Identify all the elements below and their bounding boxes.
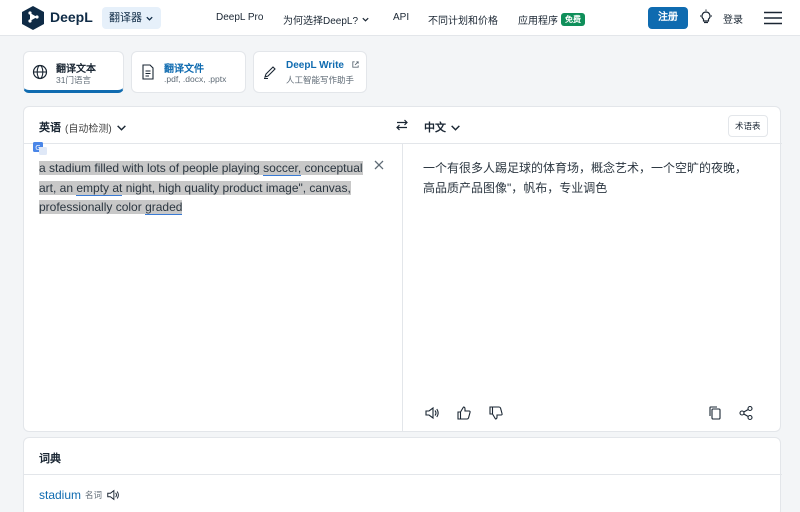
- globe-icon: [32, 64, 48, 80]
- chevron-down-icon: [146, 16, 153, 21]
- source-language-selector[interactable]: 英语 (自动检测): [39, 119, 127, 135]
- target-text-area[interactable]: 一个有很多人踢足球的体育场，概念艺术，一个空旷的夜晚，高品质产品图像"，帆布，专…: [423, 159, 758, 198]
- translator-panel: 英语 (自动检测) 中文 术语表 G a stadium filled with…: [23, 106, 782, 432]
- dictionary-panel: 词典 stadium 名词: [23, 437, 782, 512]
- speaker-icon[interactable]: [424, 405, 440, 421]
- source-text-segment: a stadium filled with lots of people pla…: [39, 161, 363, 215]
- chevron-down-icon: [116, 124, 126, 131]
- panel-divider: [402, 144, 403, 432]
- nav-why-deepl[interactable]: 为何选择DeepL?: [283, 12, 370, 27]
- translator-label: 翻译器: [109, 12, 142, 24]
- speaker-icon[interactable]: [106, 488, 120, 502]
- thumbs-up-icon[interactable]: [456, 405, 472, 421]
- deepl-write-label: DeepL Write: [286, 60, 344, 71]
- swap-languages-icon[interactable]: [394, 117, 410, 133]
- nav-api[interactable]: API: [393, 12, 409, 23]
- tab-translate-text-sub: 31门语言: [56, 75, 91, 85]
- tab-translate-text[interactable]: 翻译文本 31门语言: [23, 51, 124, 93]
- translator-dropdown[interactable]: 翻译器: [102, 7, 161, 29]
- login-link[interactable]: 登录: [723, 11, 743, 26]
- tab-translate-files-title: 翻译文件: [164, 64, 204, 75]
- source-language: 英语: [39, 122, 61, 134]
- thumbs-down-icon[interactable]: [488, 405, 504, 421]
- document-icon: [142, 64, 154, 80]
- part-of-speech: 名词: [85, 490, 103, 500]
- tab-deepl-write-title: DeepL Write: [286, 60, 360, 71]
- hamburger-menu-icon[interactable]: [764, 11, 782, 25]
- translate-chip-icon: G: [33, 142, 47, 155]
- tab-translate-text-title: 翻译文本: [56, 64, 96, 75]
- nav-apps[interactable]: 应用程序 免费: [518, 12, 585, 27]
- pen-icon: [264, 66, 276, 79]
- nav-plans[interactable]: 不同计划和价格: [428, 12, 498, 27]
- nav-why-label: 为何选择DeepL?: [283, 16, 359, 27]
- nav-deepl-pro[interactable]: DeepL Pro: [216, 12, 263, 23]
- top-header: DeepL 翻译器 DeepL Pro 为何选择DeepL? API 不同计划和…: [0, 0, 800, 36]
- source-text-area[interactable]: a stadium filled with lots of people pla…: [39, 159, 369, 218]
- share-icon[interactable]: [738, 405, 754, 421]
- external-link-icon: [352, 61, 359, 68]
- tab-deepl-write[interactable]: DeepL Write 人工智能写作助手: [253, 51, 367, 93]
- copy-icon[interactable]: [707, 405, 723, 421]
- lightbulb-icon[interactable]: [698, 9, 714, 25]
- deepl-logo-icon[interactable]: [22, 6, 44, 30]
- dictionary-title: 词典: [39, 453, 61, 465]
- chevron-down-icon: [362, 17, 369, 22]
- target-language: 中文: [424, 122, 446, 134]
- dictionary-entry[interactable]: stadium 名词: [39, 488, 120, 502]
- spell-flag-word: graded: [145, 200, 183, 215]
- clear-text-icon[interactable]: [373, 159, 385, 171]
- spell-flag-word: soccer,: [263, 161, 302, 176]
- dictionary-divider: [24, 474, 782, 475]
- tab-translate-files[interactable]: 翻译文件 .pdf, .docx, .pptx: [131, 51, 246, 93]
- glossary-button[interactable]: 术语表: [728, 115, 768, 137]
- spell-flag-word: empty at: [76, 180, 123, 196]
- dictionary-word[interactable]: stadium: [39, 488, 81, 502]
- target-language-selector[interactable]: 中文: [424, 119, 461, 135]
- free-badge: 免费: [561, 13, 585, 26]
- auto-detect-label: (自动检测): [65, 123, 112, 135]
- brand-name[interactable]: DeepL: [50, 9, 93, 25]
- nav-apps-label: 应用程序: [518, 16, 558, 27]
- chevron-down-icon: [451, 124, 460, 131]
- tab-deepl-write-sub: 人工智能写作助手: [286, 75, 355, 85]
- language-bar: 英语 (自动检测) 中文 术语表: [24, 107, 782, 144]
- signup-button[interactable]: 注册: [648, 7, 688, 29]
- tab-translate-files-sub: .pdf, .docx, .pptx: [164, 74, 227, 84]
